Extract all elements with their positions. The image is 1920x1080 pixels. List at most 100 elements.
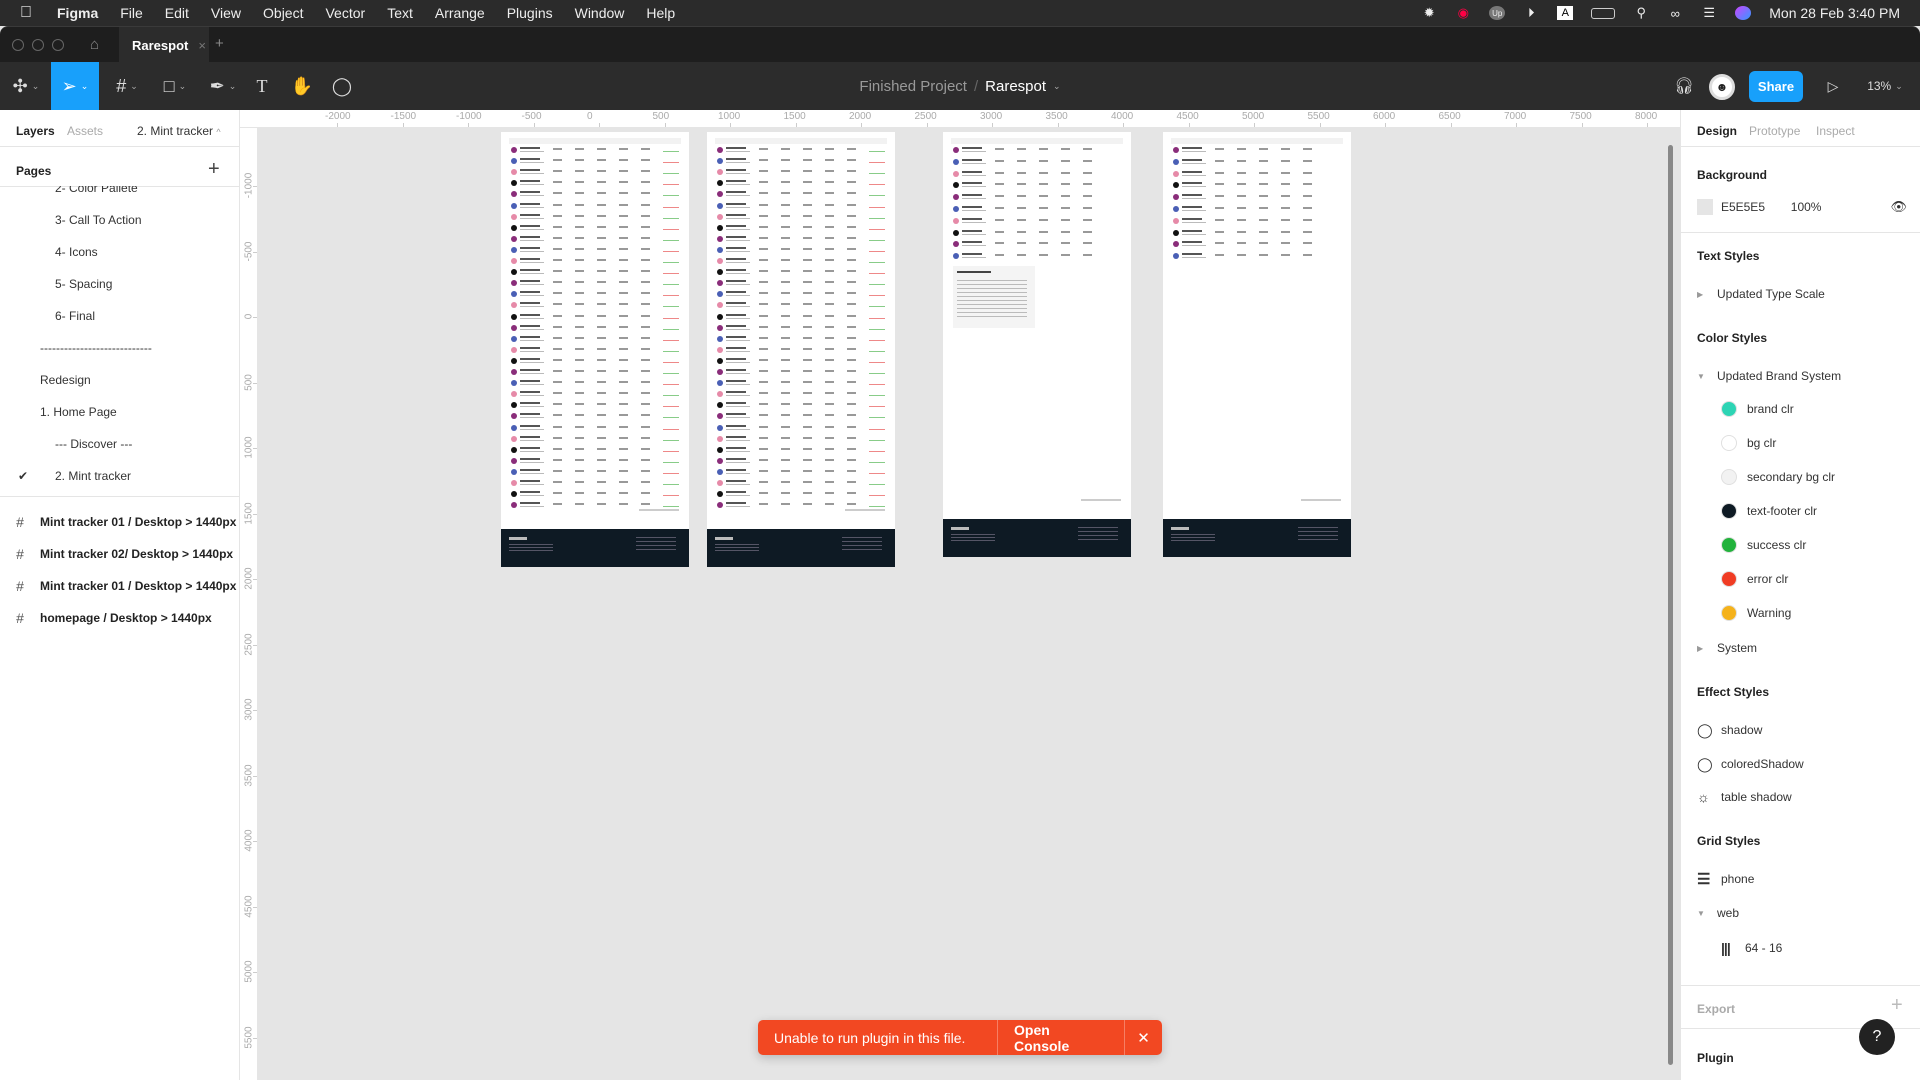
effect-style-table-shadow[interactable]: ☼ table shadow (1697, 787, 1792, 807)
file-name[interactable]: Rarespot (985, 78, 1046, 95)
audio-button[interactable]: 🎧︎ (1672, 62, 1696, 110)
close-tab-icon[interactable]: × (198, 38, 206, 53)
page-item[interactable]: 6- Final (0, 300, 239, 332)
open-console-button[interactable]: Open Console (998, 1020, 1125, 1055)
color-style-group-system[interactable]: ▶ System (1697, 638, 1757, 658)
grid-style-64-16[interactable]: ||| 64 - 16 (1721, 938, 1782, 958)
color-style-item[interactable]: error clr (1721, 569, 1788, 589)
color-style-item[interactable]: bg clr (1721, 433, 1776, 453)
page-item[interactable]: ✔ 2. Mint tracker (0, 460, 239, 492)
design-frame[interactable] (501, 132, 689, 567)
tab-inspect[interactable]: Inspect (1816, 124, 1855, 138)
text-style-group[interactable]: ▶ Updated Type Scale (1697, 284, 1825, 304)
main-menu-button[interactable]: ✣ ⌄ (6, 62, 46, 110)
background-opacity[interactable]: 100% (1791, 200, 1891, 214)
color-style-item[interactable]: text-footer clr (1721, 501, 1817, 521)
control-center-icon[interactable]: ☰ (1701, 5, 1717, 20)
color-style-item[interactable]: brand clr (1721, 399, 1794, 419)
color-style-item[interactable]: Warning (1721, 603, 1791, 623)
menu-help[interactable]: Help (635, 5, 686, 21)
page-item[interactable]: Redesign (0, 364, 239, 396)
color-style-item[interactable]: success clr (1721, 535, 1806, 555)
link-icon[interactable]: ∞ (1667, 6, 1683, 21)
page-item[interactable]: 3- Call To Action (0, 204, 239, 236)
background-swatch[interactable] (1697, 199, 1713, 215)
tab-layers[interactable]: Layers (16, 124, 55, 138)
add-page-button[interactable]: + (208, 158, 220, 181)
share-button[interactable]: Share (1749, 71, 1803, 102)
spotlight-icon[interactable]: ⚲ (1633, 5, 1649, 20)
design-frame[interactable] (1163, 132, 1351, 557)
layer-item-frame[interactable]: # homepage / Desktop > 1440px (0, 602, 239, 634)
close-toast-button[interactable]: ✕ (1125, 1020, 1162, 1055)
menu-object[interactable]: Object (252, 5, 314, 21)
page-item[interactable]: 2- Color Pallete (0, 186, 239, 204)
page-item[interactable]: 5- Spacing (0, 268, 239, 300)
upwork-icon[interactable]: Up (1489, 6, 1506, 20)
pen-tool-button[interactable]: ✒ ⌄ (204, 62, 242, 110)
comment-tool-button[interactable]: ◯ (330, 62, 354, 110)
row-cell (1017, 171, 1026, 174)
tab-prototype[interactable]: Prototype (1749, 124, 1800, 138)
text-tool-button[interactable]: T (250, 62, 274, 110)
project-name[interactable]: Finished Project (859, 78, 967, 95)
menu-figma[interactable]: Figma (46, 5, 109, 21)
frame-tool-button[interactable]: # ⌄ (108, 62, 146, 110)
help-button[interactable]: ? (1859, 1019, 1895, 1055)
tab-assets[interactable]: Assets (67, 124, 103, 138)
close-window-button[interactable] (12, 39, 24, 51)
brightness-icon[interactable]: ✹ (1421, 5, 1437, 20)
eye-icon[interactable]: 👁︎ (1890, 199, 1907, 215)
effect-style-colored-shadow[interactable]: ◯ coloredShadow (1697, 754, 1804, 774)
minimize-window-button[interactable] (32, 39, 44, 51)
page-item[interactable]: 1. Home Page (0, 396, 239, 428)
page-item[interactable]: ---------------------------- (0, 332, 239, 364)
menu-edit[interactable]: Edit (154, 5, 200, 21)
menu-plugins[interactable]: Plugins (496, 5, 564, 21)
color-style-group[interactable]: ▼ Updated Brand System (1697, 366, 1841, 386)
menu-file[interactable]: File (109, 5, 154, 21)
user-avatar[interactable]: ☻ (1709, 74, 1735, 100)
battery-icon[interactable] (1591, 7, 1616, 19)
apple-menu-icon[interactable]:  (0, 4, 46, 22)
design-frame[interactable] (707, 132, 895, 567)
color-style-item[interactable]: secondary bg clr (1721, 467, 1835, 487)
design-frame[interactable] (943, 132, 1131, 557)
add-export-button[interactable]: + (1891, 994, 1903, 1017)
input-source-icon[interactable]: A (1557, 6, 1574, 20)
menu-arrange[interactable]: Arrange (424, 5, 496, 21)
present-button[interactable]: ▷ (1822, 62, 1844, 110)
page-item[interactable]: --- Discover --- (0, 428, 239, 460)
row-name (726, 457, 746, 460)
creative-cloud-icon[interactable]: ◉ (1455, 5, 1471, 20)
file-tab-rarespot[interactable]: Rarespot × (119, 27, 209, 63)
layer-item-frame[interactable]: # Mint tracker 02/ Desktop > 1440px (0, 538, 239, 570)
layer-item-frame[interactable]: # Mint tracker 01 / Desktop > 1440px (0, 570, 239, 602)
menu-text[interactable]: Text (376, 5, 424, 21)
zoom-dropdown[interactable]: 13% ⌄ (1860, 62, 1910, 110)
siri-icon[interactable] (1735, 6, 1752, 20)
move-tool-button[interactable]: ➢ ⌄ (51, 62, 99, 110)
layer-item-frame[interactable]: # Mint tracker 01 / Desktop > 1440px (0, 506, 239, 538)
page-switcher[interactable]: 2. Mint tracker ^ (137, 124, 221, 138)
color-style-group-label: Updated Brand System (1717, 369, 1842, 383)
zoom-window-button[interactable] (52, 39, 64, 51)
menu-window[interactable]: Window (564, 5, 636, 21)
menu-view[interactable]: View (200, 5, 252, 21)
canvas[interactable] (258, 128, 1668, 1080)
canvas-vertical-scrollbar[interactable] (1668, 145, 1673, 1065)
new-tab-button[interactable]: + (215, 35, 224, 52)
shape-tool-button[interactable]: □ ⌄ (156, 62, 194, 110)
background-hex[interactable]: E5E5E5 (1721, 200, 1791, 214)
home-icon[interactable]: ⌂ (90, 36, 99, 53)
menu-vector[interactable]: Vector (314, 5, 376, 21)
page-item[interactable]: 4- Icons (0, 236, 239, 268)
grid-style-phone[interactable]: ☰ phone (1697, 869, 1754, 889)
grid-style-group-web[interactable]: ▼ web (1697, 903, 1739, 923)
chevron-down-icon[interactable]: ⌄ (1053, 81, 1061, 92)
tab-design[interactable]: Design (1697, 124, 1737, 138)
play-circle-icon[interactable]: ⏵ (1523, 5, 1539, 20)
effect-style-shadow[interactable]: ◯ shadow (1697, 720, 1762, 740)
hand-tool-button[interactable]: ✋ (290, 62, 314, 110)
background-fill-row[interactable]: E5E5E5 100% 👁︎ (1697, 197, 1907, 217)
